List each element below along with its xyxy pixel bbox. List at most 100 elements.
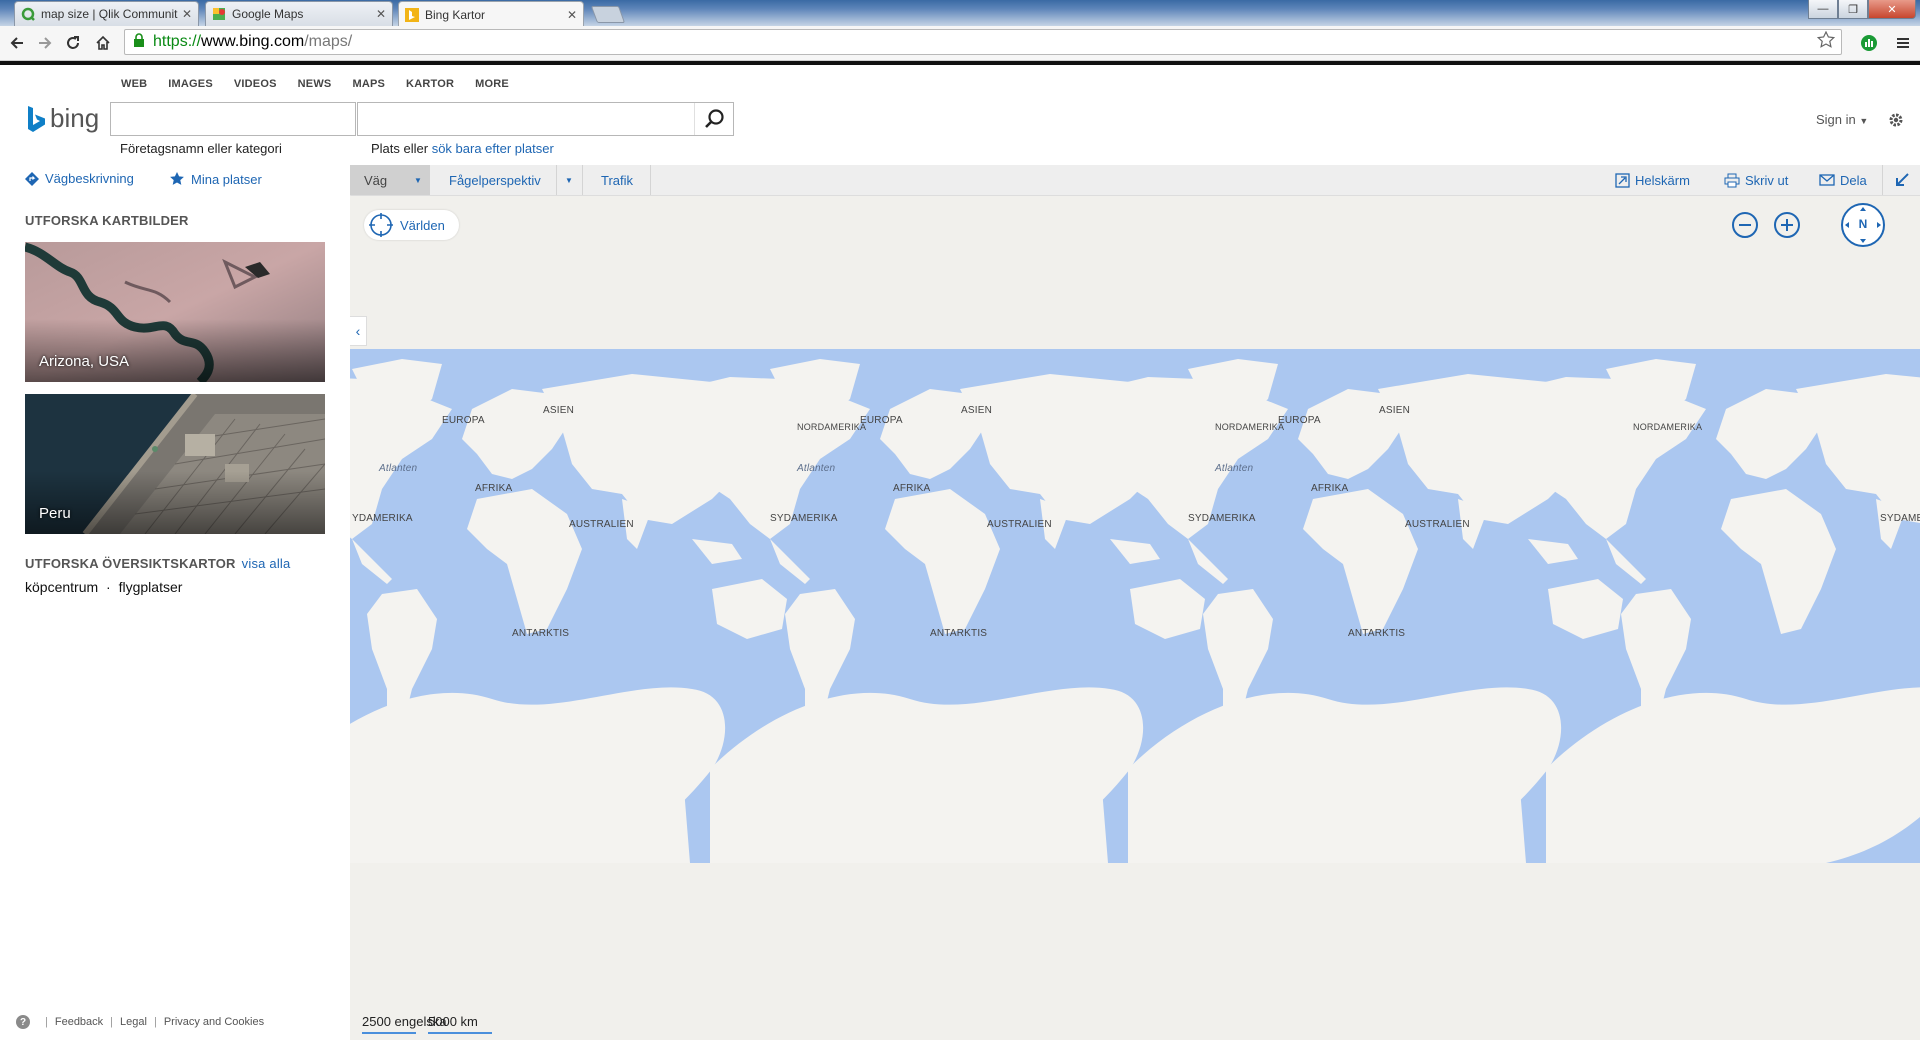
home-button[interactable] — [92, 32, 114, 54]
left-actions-bar: Vägbeskrivning Mina platser — [0, 165, 350, 193]
collapse-header-button[interactable] — [1894, 165, 1915, 195]
shopping-centers-link[interactable]: köpcentrum — [25, 579, 98, 595]
label-australia: AUSTRALIEN — [1405, 519, 1470, 530]
map-canvas[interactable]: EUROPA EUROPA EUROPA ASIEN ASIEN ASIEN N… — [350, 196, 1920, 1040]
label-north-america: NORDAMERIKA — [1633, 422, 1703, 432]
forward-arrow-icon — [39, 37, 52, 49]
place-search-hint: Plats eller sök bara efter platser — [371, 141, 554, 156]
thumbnail-caption: Arizona, USA — [39, 353, 130, 370]
search-icon — [705, 109, 724, 128]
tab-title: map size | Qlik Communit — [41, 7, 178, 21]
nav-images[interactable]: IMAGES — [168, 78, 213, 90]
bing-icon — [405, 7, 419, 22]
tab-bing-maps[interactable]: Bing Kartor ✕ — [398, 1, 584, 27]
collapse-left-pane-button[interactable]: ‹ — [350, 316, 367, 346]
bing-logo[interactable]: bing — [26, 103, 99, 134]
label-africa: AFRIKA — [475, 483, 513, 494]
reload-button[interactable] — [62, 32, 84, 54]
divider — [1882, 165, 1883, 195]
my-places-link[interactable]: Mina platser — [169, 171, 262, 187]
label-south-america: SYDAME — [1880, 513, 1920, 524]
sign-in-label: Sign in — [1816, 112, 1856, 127]
show-all-link[interactable]: visa alla — [242, 556, 291, 571]
directions-label: Vägbeskrivning — [45, 171, 134, 186]
address-bar[interactable]: https://www.bing.com/maps/ — [124, 29, 1842, 55]
tab-title: Bing Kartor — [425, 7, 486, 22]
airports-link[interactable]: flygplatser — [119, 579, 183, 595]
close-tab-icon[interactable]: ✕ — [376, 7, 386, 21]
label-north-america: NORDAMERIKA — [1215, 422, 1285, 432]
places-only-link[interactable]: sök bara efter platser — [432, 141, 554, 156]
divider — [650, 165, 651, 195]
road-view-label: Väg — [364, 172, 388, 188]
traffic-button[interactable]: Trafik — [601, 165, 633, 195]
compass-control[interactable]: N — [1840, 202, 1886, 248]
chevron-left-icon: ‹ — [355, 323, 361, 339]
place-search-input[interactable] — [357, 102, 734, 136]
nav-maps[interactable]: MAPS — [352, 78, 385, 90]
thumbnail-peru[interactable]: Peru — [25, 394, 325, 534]
restore-button[interactable]: ❐ — [1838, 0, 1868, 19]
thumbnail-arizona[interactable]: Arizona, USA — [25, 242, 325, 382]
nav-more[interactable]: MORE — [475, 78, 509, 90]
plus-icon — [1774, 212, 1800, 238]
back-button[interactable] — [6, 32, 28, 54]
world-view-button[interactable]: Världen — [364, 210, 459, 240]
mail-icon — [1819, 174, 1835, 186]
page-top-border — [0, 61, 1920, 65]
help-icon[interactable]: ? — [16, 1015, 30, 1029]
birdseye-dropdown[interactable]: ▼ — [557, 165, 581, 195]
share-button[interactable]: Dela — [1819, 165, 1867, 195]
label-asia: ASIEN — [543, 405, 575, 416]
bookmark-star-icon[interactable] — [1816, 30, 1836, 54]
menu-icon[interactable] — [1892, 32, 1914, 54]
privacy-link[interactable]: Privacy and Cookies — [164, 1016, 264, 1028]
minimize-button[interactable]: — — [1808, 0, 1838, 19]
divider: | — [110, 1016, 114, 1028]
print-button[interactable]: Skriv ut — [1724, 165, 1788, 195]
extension-icon[interactable] — [1858, 32, 1880, 54]
url-path: /maps/ — [304, 33, 353, 50]
road-view-button[interactable]: Väg — [350, 165, 406, 195]
close-tab-icon[interactable]: ✕ — [182, 7, 192, 21]
close-tab-icon[interactable]: ✕ — [567, 8, 577, 22]
browser-toolbar: https://www.bing.com/maps/ — [0, 26, 1920, 61]
map-toolbar: Väg ▼ Fågelperspektiv ▼ Trafik Helskärm … — [350, 165, 1920, 196]
divider — [582, 165, 583, 195]
nav-news[interactable]: NEWS — [298, 78, 332, 90]
bing-wordmark: bing — [50, 103, 100, 133]
search-button[interactable] — [694, 103, 733, 135]
window-controls: — ❐ ✕ — [1808, 0, 1916, 19]
fullscreen-button[interactable]: Helskärm — [1615, 165, 1690, 195]
label-australia: AUSTRALIEN — [987, 519, 1052, 530]
forward-button[interactable] — [34, 32, 56, 54]
nav-videos[interactable]: VIDEOS — [234, 78, 277, 90]
business-search-input[interactable] — [110, 102, 356, 136]
feedback-link[interactable]: Feedback — [55, 1016, 103, 1028]
label-europe: EUROPA — [1278, 415, 1321, 426]
tab-google-maps[interactable]: Google Maps ✕ — [205, 1, 393, 26]
new-tab-button[interactable] — [590, 6, 626, 23]
label-atlantic: Atlanten — [1215, 463, 1254, 474]
tab-qlik[interactable]: map size | Qlik Communit ✕ — [14, 1, 199, 26]
scale-bar-imperial — [362, 1032, 416, 1034]
place-hint-text: Plats eller — [371, 141, 432, 156]
settings-button[interactable] — [1887, 111, 1905, 132]
nav-web[interactable]: WEB — [121, 78, 147, 90]
directions-link[interactable]: Vägbeskrivning — [25, 171, 134, 186]
overview-links: köpcentrum · flygplatser — [25, 579, 182, 595]
nav-kartor[interactable]: KARTOR — [406, 78, 454, 90]
birdseye-view-button[interactable]: Fågelperspektiv — [449, 165, 541, 195]
explore-imagery-title: UTFORSKA KARTBILDER — [25, 213, 189, 228]
gear-icon — [1889, 113, 1903, 127]
minus-icon — [1732, 212, 1758, 238]
legal-link[interactable]: Legal — [120, 1016, 147, 1028]
zoom-in-button[interactable] — [1772, 210, 1802, 243]
sign-in-button[interactable]: Sign in ▼ — [1816, 112, 1868, 127]
zoom-out-button[interactable] — [1730, 210, 1760, 243]
close-window-button[interactable]: ✕ — [1868, 0, 1916, 19]
my-places-label: Mina platser — [191, 171, 262, 187]
print-label: Skriv ut — [1745, 172, 1789, 188]
road-view-dropdown[interactable]: ▼ — [406, 165, 430, 195]
business-search-hint: Företagsnamn eller kategori — [120, 141, 282, 156]
